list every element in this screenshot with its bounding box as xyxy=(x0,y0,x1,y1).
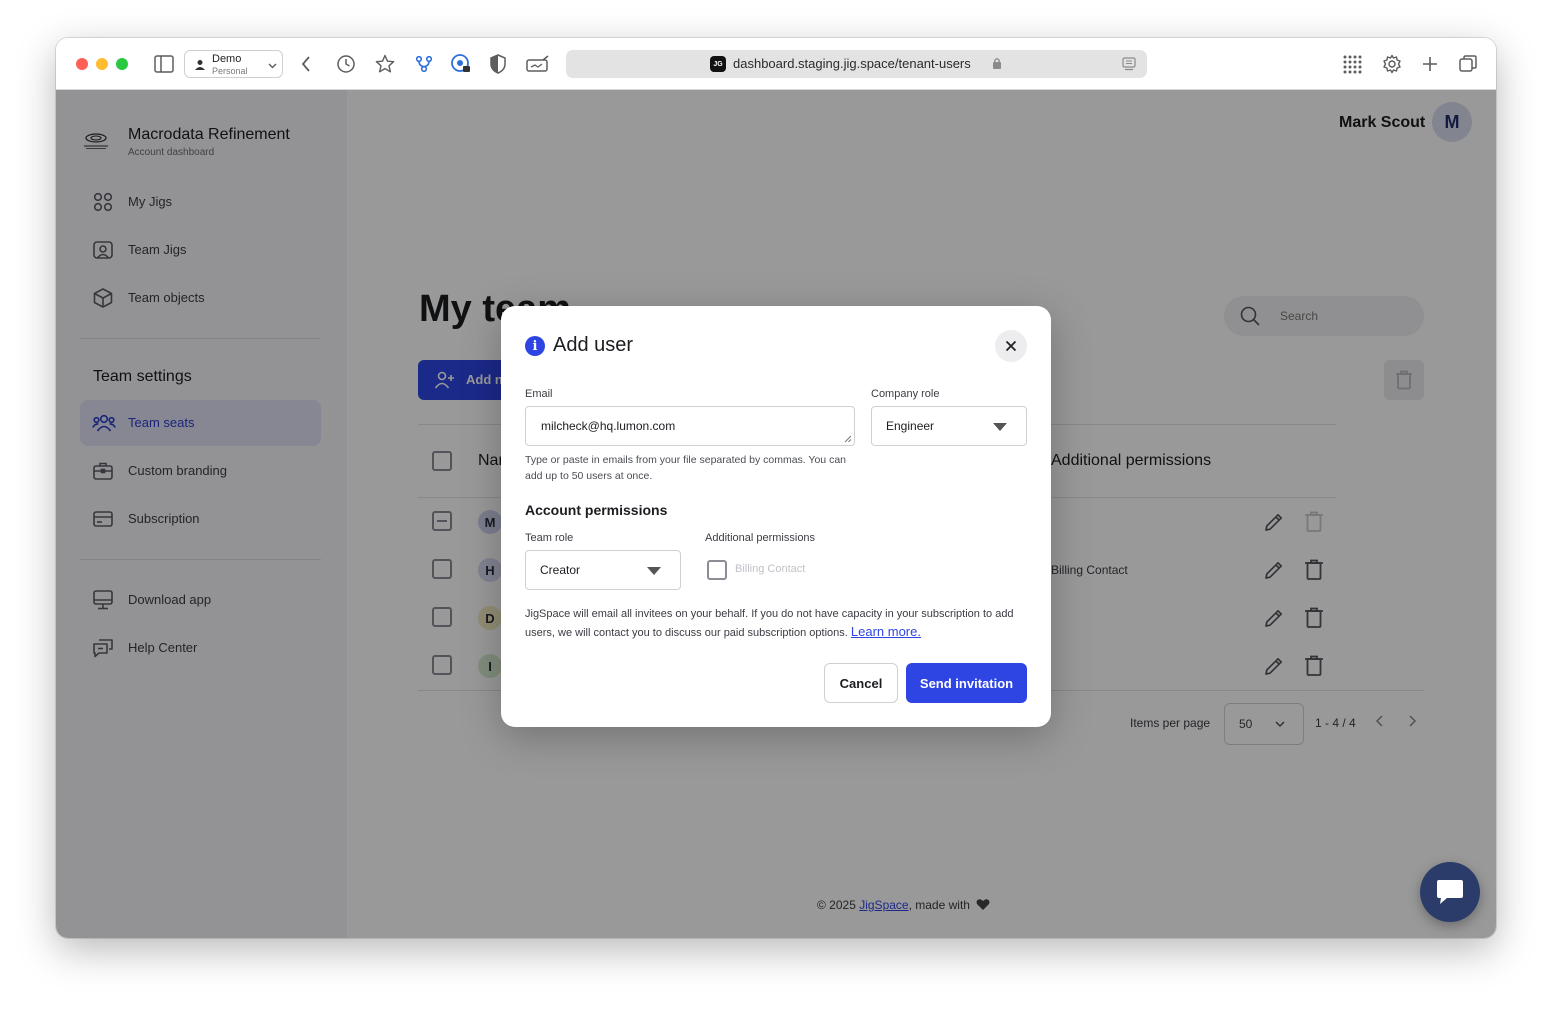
send-invitation-button[interactable]: Send invitation xyxy=(906,663,1027,703)
gear-icon[interactable] xyxy=(1380,52,1404,76)
history-icon[interactable] xyxy=(334,52,358,76)
star-icon[interactable] xyxy=(373,52,397,76)
password-icon[interactable] xyxy=(449,52,473,76)
new-tab-icon[interactable] xyxy=(1418,52,1442,76)
caret-down-icon xyxy=(647,567,661,575)
invite-note: JigSpace will email all invitees on your… xyxy=(525,606,1031,642)
cancel-button[interactable]: Cancel xyxy=(824,663,898,703)
browser-window: Demo Personal JG dashboard.staging.jig.s… xyxy=(56,38,1496,938)
billing-contact-label: Billing Contact xyxy=(735,563,806,575)
close-window-button[interactable] xyxy=(76,58,88,70)
company-role-label: Company role xyxy=(871,388,940,400)
shield-icon[interactable] xyxy=(486,52,510,76)
reader-icon[interactable] xyxy=(1122,57,1136,71)
info-icon: i xyxy=(525,336,545,356)
person-icon xyxy=(195,60,205,70)
email-label: Email xyxy=(525,388,553,400)
profile-switcher[interactable]: Demo Personal xyxy=(184,50,283,78)
browser-toolbar: Demo Personal JG dashboard.staging.jig.s… xyxy=(56,38,1496,90)
company-role-select[interactable]: Engineer xyxy=(871,406,1027,446)
chat-launcher-button[interactable] xyxy=(1420,862,1480,922)
minimize-window-button[interactable] xyxy=(96,58,108,70)
address-bar[interactable]: JG dashboard.staging.jig.space/tenant-us… xyxy=(566,50,1147,78)
team-role-label: Team role xyxy=(525,532,574,544)
email-value: milcheck@hq.lumon.com xyxy=(541,419,676,433)
back-icon[interactable] xyxy=(294,52,318,76)
team-role-select[interactable]: Creator xyxy=(525,550,681,590)
branch-icon[interactable] xyxy=(412,52,436,76)
add-user-modal: i Add user Email milcheck@hq.lumon.com T… xyxy=(501,306,1051,727)
chat-bubble-icon xyxy=(1437,880,1463,904)
team-role-value: Creator xyxy=(540,563,581,577)
sidebar-toggle-icon[interactable] xyxy=(152,52,176,76)
app-content: Macrodata Refinement Account dashboard M… xyxy=(56,90,1496,938)
additional-permissions-label: Additional permissions xyxy=(705,532,816,544)
chevron-down-icon xyxy=(268,63,277,69)
profile-sub: Personal xyxy=(212,66,248,76)
learn-more-link[interactable]: Learn more. xyxy=(851,624,921,639)
caret-down-icon xyxy=(993,423,1007,431)
invite-note-text: JigSpace will email all invitees on your… xyxy=(525,608,1014,639)
account-permissions-title: Account permissions xyxy=(525,502,668,518)
email-help-text: Type or paste in emails from your file s… xyxy=(525,454,846,482)
apps-grid-icon[interactable] xyxy=(1340,52,1364,76)
resize-grip-icon[interactable] xyxy=(844,435,852,443)
signature-icon[interactable] xyxy=(525,52,551,76)
lock-icon xyxy=(993,58,1001,69)
site-favicon: JG xyxy=(710,56,726,72)
email-field[interactable]: milcheck@hq.lumon.com xyxy=(525,406,855,446)
url-text: dashboard.staging.jig.space/tenant-users xyxy=(733,56,971,71)
company-role-value: Engineer xyxy=(886,419,935,433)
modal-title: Add user xyxy=(553,334,634,356)
billing-contact-checkbox[interactable] xyxy=(707,560,727,580)
profile-name: Demo xyxy=(212,53,242,65)
tabs-overview-icon[interactable] xyxy=(1456,52,1480,76)
maximize-window-button[interactable] xyxy=(116,58,128,70)
close-modal-button[interactable] xyxy=(995,330,1027,362)
close-icon xyxy=(1005,340,1017,352)
